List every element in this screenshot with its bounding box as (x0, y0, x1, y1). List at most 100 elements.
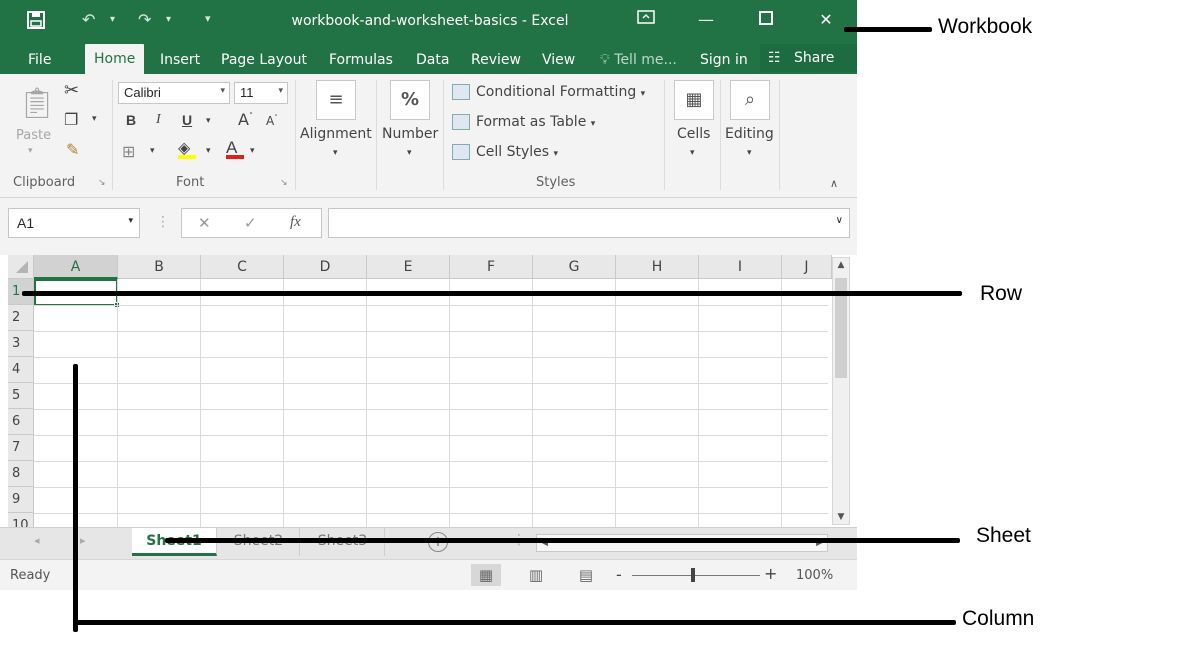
search-icon[interactable]: ⌕ (730, 80, 770, 120)
undo-dropdown-icon[interactable]: ▾ (110, 14, 115, 25)
copy-icon[interactable]: ❐ (64, 110, 78, 129)
share-button[interactable]: ☷ Share (760, 44, 857, 72)
ribbon-display-options-icon[interactable] (634, 8, 658, 32)
format-as-table-button[interactable]: Format as Table ▾ (452, 114, 595, 130)
font-name-select[interactable]: Calibri ▾ (118, 82, 230, 104)
tab-file[interactable]: File (28, 48, 51, 74)
tab-insert[interactable]: Insert (160, 48, 200, 74)
increase-font-icon[interactable]: A˄ (238, 110, 253, 129)
clipboard-launcher-icon[interactable]: ↘ (98, 178, 106, 188)
customize-toolbar-icon[interactable]: ▾ (205, 12, 211, 25)
minimize-icon[interactable]: — (694, 8, 718, 32)
font-launcher-icon[interactable]: ↘ (280, 178, 288, 188)
collapse-ribbon-icon[interactable]: ∧ (830, 177, 838, 190)
number-button[interactable]: Number (382, 126, 438, 142)
scroll-up-icon[interactable]: ▲ (833, 260, 849, 270)
borders-icon[interactable]: ⊞ (122, 142, 135, 161)
decrease-font-icon[interactable]: A˅ (266, 114, 278, 128)
row-header-7[interactable]: 7 (8, 435, 34, 461)
column-header-j[interactable]: J (782, 255, 832, 279)
select-all-button[interactable] (8, 255, 34, 279)
row-header-6[interactable]: 6 (8, 409, 34, 435)
editing-dropdown-icon[interactable]: ▾ (747, 148, 752, 158)
borders-dropdown-icon[interactable]: ▾ (150, 146, 155, 156)
cells-button[interactable]: Cells (677, 126, 710, 142)
page-break-preview-icon[interactable]: ▤ (571, 564, 601, 586)
number-format-icon[interactable]: % (390, 80, 430, 120)
fill-color-icon[interactable]: ◈ (178, 138, 196, 159)
alignment-button[interactable]: Alignment (300, 126, 372, 142)
normal-view-icon[interactable]: ▦ (471, 564, 501, 586)
paste-dropdown-icon[interactable]: ▾ (28, 146, 33, 156)
paste-icon[interactable]: 📋︎ (18, 86, 56, 121)
underline-button[interactable]: U (182, 112, 192, 128)
format-painter-icon[interactable]: ✎ (66, 140, 79, 159)
column-header-c[interactable]: C (201, 255, 284, 279)
scroll-down-icon[interactable]: ▼ (833, 512, 849, 522)
undo-icon[interactable]: ↶ (82, 10, 95, 29)
paste-button[interactable]: Paste (16, 128, 51, 143)
column-header-b[interactable]: B (118, 255, 201, 279)
row-header-4[interactable]: 4 (8, 357, 34, 383)
tell-me-search[interactable]: 💡︎ Tell me... (600, 48, 677, 74)
column-header-g[interactable]: G (533, 255, 616, 279)
vertical-scrollbar[interactable]: ▲ ▼ (832, 257, 850, 525)
tab-formulas[interactable]: Formulas (329, 48, 393, 74)
editing-button[interactable]: Editing (725, 126, 774, 142)
tab-review[interactable]: Review (471, 48, 521, 74)
italic-button[interactable]: I (156, 112, 161, 128)
next-sheet-icon[interactable]: ▸ (80, 534, 86, 547)
name-box[interactable]: A1 ▾ (8, 208, 140, 238)
tab-view[interactable]: View (542, 48, 575, 74)
column-header-a[interactable]: A (34, 255, 118, 279)
font-color-dropdown-icon[interactable]: ▾ (250, 146, 255, 156)
redo-dropdown-icon[interactable]: ▾ (166, 14, 171, 25)
redo-icon[interactable]: ↷ (138, 10, 151, 29)
zoom-slider-thumb[interactable] (691, 568, 695, 582)
bold-button[interactable]: B (126, 112, 136, 128)
zoom-out-button[interactable]: - (616, 565, 622, 584)
zoom-slider-track[interactable] (632, 575, 760, 576)
copy-dropdown-icon[interactable]: ▾ (92, 114, 97, 124)
cut-icon[interactable]: ✂ (64, 80, 79, 101)
number-dropdown-icon[interactable]: ▾ (407, 148, 412, 158)
cancel-icon[interactable]: ✕ (198, 214, 211, 232)
insert-function-button[interactable]: fx (290, 214, 301, 231)
row-header-5[interactable]: 5 (8, 383, 34, 409)
row-header-3[interactable]: 3 (8, 331, 34, 357)
column-header-d[interactable]: D (284, 255, 367, 279)
tab-home[interactable]: Home (85, 44, 145, 74)
column-header-e[interactable]: E (367, 255, 450, 279)
page-layout-view-icon[interactable]: ▥ (521, 564, 551, 586)
row-header-9[interactable]: 9 (8, 487, 34, 513)
alignment-icon[interactable]: ≡ (316, 80, 356, 120)
conditional-formatting-button[interactable]: Conditional Formatting ▾ (452, 84, 645, 100)
column-header-h[interactable]: H (616, 255, 699, 279)
formula-input[interactable]: ∨ (328, 208, 850, 238)
font-color-icon[interactable]: A (226, 138, 244, 159)
font-size-select[interactable]: 11 ▾ (234, 82, 288, 104)
tab-data[interactable]: Data (416, 48, 449, 74)
maximize-icon[interactable] (754, 8, 778, 32)
expand-formula-bar-icon[interactable]: ∨ (836, 215, 843, 226)
zoom-level[interactable]: 100% (796, 568, 833, 583)
column-header-f[interactable]: F (450, 255, 533, 279)
underline-dropdown-icon[interactable]: ▾ (206, 116, 211, 126)
prev-sheet-icon[interactable]: ◂ (34, 534, 40, 547)
enter-icon[interactable]: ✓ (244, 214, 257, 232)
row-header-2[interactable]: 2 (8, 305, 34, 331)
horizontal-scrollbar[interactable]: ◀ ▶ (536, 534, 828, 552)
zoom-in-button[interactable]: + (764, 564, 777, 583)
cell-area[interactable] (34, 279, 828, 527)
sign-in-link[interactable]: Sign in (700, 48, 748, 74)
fill-color-dropdown-icon[interactable]: ▾ (206, 146, 211, 156)
row-header-8[interactable]: 8 (8, 461, 34, 487)
cells-icon[interactable]: ▦ (674, 80, 714, 120)
close-icon[interactable]: ✕ (814, 8, 838, 32)
save-icon[interactable] (26, 10, 46, 34)
alignment-dropdown-icon[interactable]: ▾ (333, 148, 338, 158)
column-header-i[interactable]: I (699, 255, 782, 279)
cell-styles-button[interactable]: Cell Styles ▾ (452, 144, 558, 160)
tab-page-layout[interactable]: Page Layout (221, 48, 307, 74)
cells-dropdown-icon[interactable]: ▾ (690, 148, 695, 158)
